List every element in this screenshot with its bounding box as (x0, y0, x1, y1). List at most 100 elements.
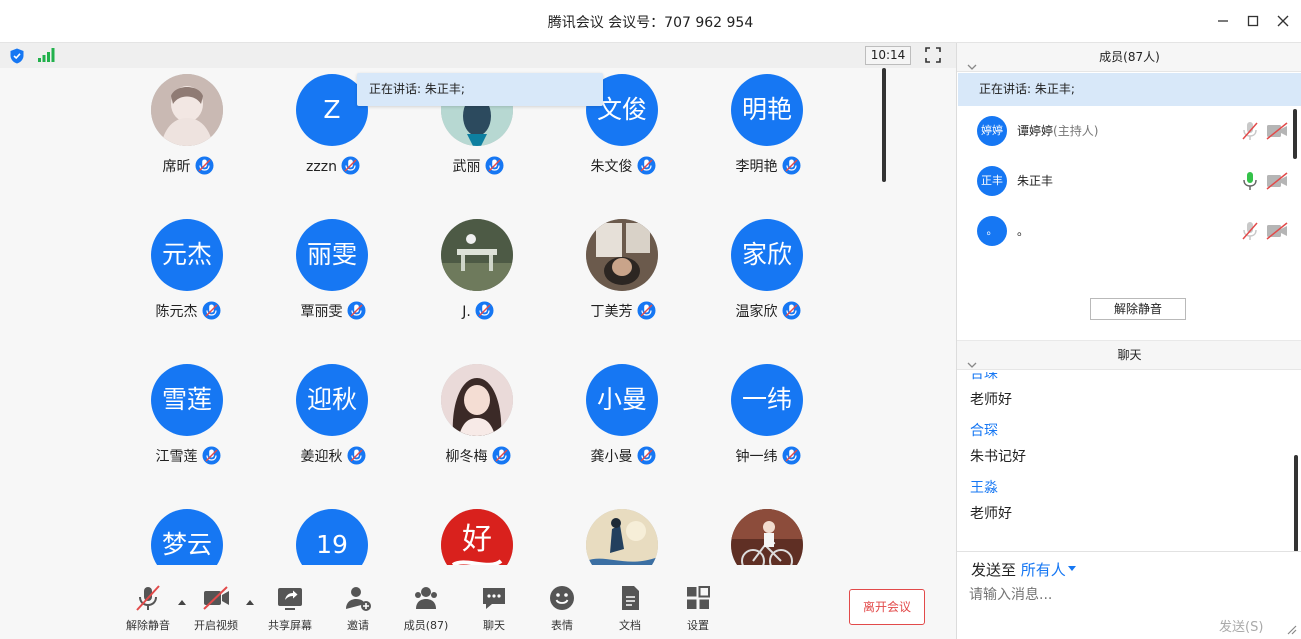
participant-name: 李明艳 (696, 156, 836, 176)
members-panel-header[interactable]: 成员(87人) (957, 43, 1301, 72)
maximize-icon[interactable] (1244, 12, 1262, 30)
participant-tile[interactable]: 好 (406, 503, 550, 565)
participant-name: 陈元杰 (116, 301, 260, 321)
chat-label: 聊天 (483, 619, 505, 632)
camera-off-icon[interactable] (1266, 222, 1288, 240)
participant-tile[interactable]: 席昕 (116, 68, 260, 213)
members-button[interactable]: 成员(87) (390, 583, 462, 633)
member-name: 谭婷婷(主持人) (1017, 122, 1098, 139)
meeting-area: 10:14 正在讲话: 朱正丰; 席昕 Zzzzn 武丽 文俊 朱文俊 明艳 李明艳 元杰 陈元… (0, 43, 956, 639)
participant-name-text: 柳冬梅 (445, 449, 488, 465)
mic-muted-icon (492, 446, 511, 465)
caret-down-icon[interactable] (1067, 558, 1076, 571)
participant-name: 朱文俊 (551, 156, 695, 176)
unmute-button[interactable]: 解除静音 (112, 583, 184, 633)
participant-tile[interactable]: J. (406, 213, 550, 358)
chat-sender[interactable]: 合琛 (970, 420, 998, 440)
participant-name-text: zzzn (306, 159, 337, 175)
chat-message-text: 朱书记好 (970, 449, 1026, 465)
mic-muted-icon (782, 156, 801, 175)
chevron-down-icon[interactable] (967, 53, 977, 70)
mic-muted-icon (195, 156, 214, 175)
member-row[interactable]: 正丰 朱正丰 (957, 156, 1288, 206)
participant-tile[interactable]: 元杰陈元杰 (116, 213, 260, 358)
chat-input[interactable] (969, 583, 1289, 607)
participant-avatar: 梦云 (151, 509, 223, 565)
close-icon[interactable] (1274, 12, 1292, 30)
share-screen-button[interactable]: 共享屏幕 (254, 583, 326, 633)
participant-tile[interactable]: 丁美芳 (551, 213, 695, 358)
title-bar: 腾讯会议 会议号：707 962 954 (0, 0, 1301, 43)
invite-button[interactable]: 邀请 (322, 583, 394, 633)
chat-message-text: 老师好 (970, 392, 1012, 408)
participant-name: 席昕 (116, 156, 260, 176)
smiley-icon (547, 583, 577, 613)
resize-grip-icon[interactable] (1283, 621, 1297, 635)
send-button[interactable]: 发送(S) (1219, 616, 1263, 635)
participant-avatar (586, 509, 658, 565)
participant-name-text: 席昕 (162, 159, 191, 175)
participant-tile[interactable]: 19 (261, 503, 405, 565)
mic-muted-icon[interactable] (1241, 121, 1259, 141)
participant-tile[interactable] (551, 503, 695, 565)
chat-scrollbar[interactable] (1294, 455, 1298, 552)
participant-tile[interactable]: 丽雯 覃丽雯 (261, 213, 405, 358)
participant-tile[interactable]: 小曼 龚小曼 (551, 358, 695, 503)
mic-muted-icon (347, 301, 366, 320)
participant-name-text: 陈元杰 (155, 304, 198, 320)
chat-panel-header[interactable]: 聊天 (957, 341, 1301, 370)
participant-tile[interactable]: 雪莲 江雪莲 (116, 358, 260, 503)
docs-button[interactable]: 文档 (594, 583, 666, 633)
camera-off-icon (201, 583, 231, 613)
participant-tile[interactable]: 家欣 温家欣 (696, 213, 836, 358)
settings-button[interactable]: 设置 (662, 583, 734, 633)
participant-avatar: 元杰 (151, 219, 223, 291)
participant-name-text: 江雪莲 (155, 449, 198, 465)
chat-sender[interactable]: 合琛 (970, 372, 998, 383)
participant-tile[interactable]: 梦云 (116, 503, 260, 565)
mic-muted-icon (202, 446, 221, 465)
participant-name-text: 龚小曼 (590, 449, 633, 465)
fullscreen-icon[interactable] (925, 47, 941, 63)
start-video-button[interactable]: 开启视频 (180, 583, 252, 633)
participant-tile[interactable] (696, 503, 836, 565)
minimize-icon[interactable] (1214, 12, 1232, 30)
add-user-icon (343, 583, 373, 613)
participant-avatar: 明艳 (731, 74, 803, 146)
mic-muted-icon (485, 156, 504, 175)
participant-tile[interactable]: 一纬 钟一纬 (696, 358, 836, 503)
leave-meeting-button[interactable]: 离开会议 (849, 589, 925, 625)
participant-tile[interactable]: 柳冬梅 (406, 358, 550, 503)
member-name-text: 。 (1017, 224, 1030, 238)
chat-button[interactable]: 聊天 (458, 583, 530, 633)
member-row[interactable]: 婷婷 谭婷婷(主持人) (957, 106, 1288, 156)
grid-apps-icon (683, 583, 713, 613)
camera-off-icon[interactable] (1266, 122, 1288, 140)
svg-text:好: 好 (462, 522, 492, 557)
emoji-button[interactable]: 表情 (526, 583, 598, 633)
participant-name-text: 朱文俊 (590, 159, 633, 175)
chevron-down-icon[interactable] (967, 351, 977, 368)
window-title: 腾讯会议 会议号：707 962 954 (547, 15, 754, 31)
send-to-target[interactable]: 所有人 (1021, 561, 1066, 579)
mic-muted-icon (347, 446, 366, 465)
members-scrollbar[interactable] (1293, 109, 1297, 159)
grid-scrollbar[interactable] (882, 68, 886, 182)
participant-tile[interactable]: 明艳 李明艳 (696, 68, 836, 213)
mic-muted-icon (202, 301, 221, 320)
signal-strength-icon[interactable] (37, 47, 55, 63)
shield-icon[interactable] (8, 47, 26, 65)
participant-tile[interactable]: 迎秋 姜迎秋 (261, 358, 405, 503)
participant-avatar (151, 74, 223, 146)
mic-active-icon[interactable] (1241, 171, 1259, 191)
meeting-clock: 10:14 (865, 46, 911, 65)
chat-sender[interactable]: 王淼 (970, 477, 998, 497)
member-row[interactable]: 。。 (957, 206, 1288, 256)
participant-name: 柳冬梅 (406, 446, 550, 466)
participant-avatar: 迎秋 (296, 364, 368, 436)
mic-muted-icon[interactable] (1241, 221, 1259, 241)
camera-off-icon[interactable] (1266, 172, 1288, 190)
member-name-text: 朱正丰 (1017, 174, 1054, 188)
send-to-selector[interactable]: 发送至 所有人 (971, 558, 1076, 580)
unmute-all-button[interactable]: 解除静音 (1090, 298, 1186, 320)
